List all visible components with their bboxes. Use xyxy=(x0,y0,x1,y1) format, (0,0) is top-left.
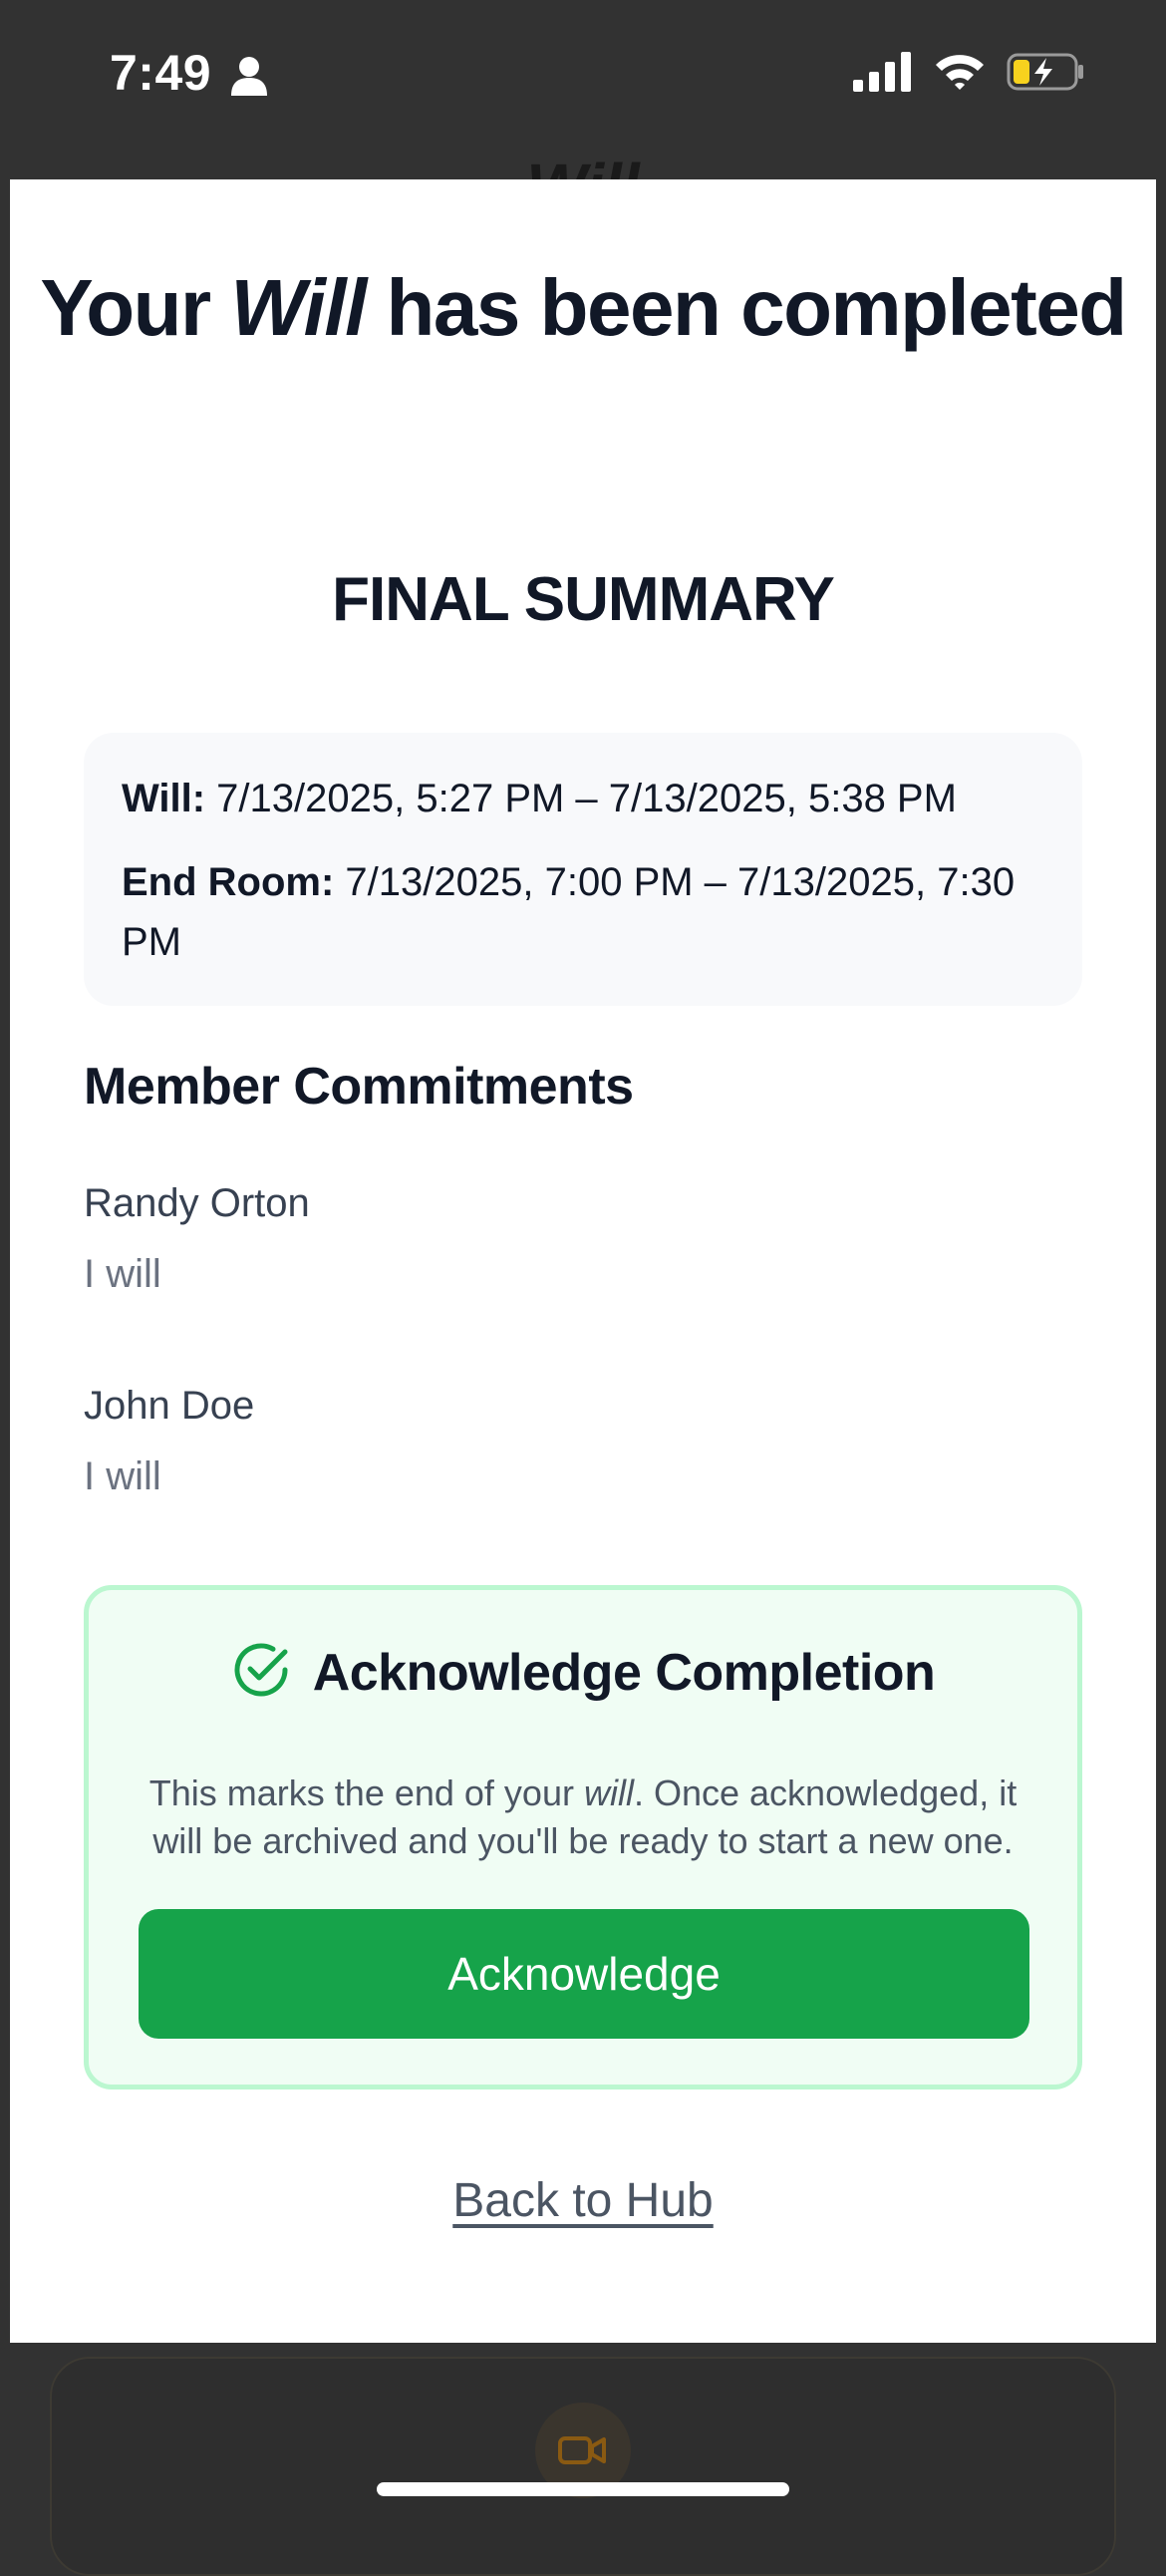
summary-title: FINAL SUMMARY xyxy=(332,565,835,634)
battery-charging-icon xyxy=(1007,52,1086,97)
wifi-icon xyxy=(933,52,987,97)
title-emphasis: Will xyxy=(230,263,367,352)
title-prefix: Your xyxy=(40,263,231,352)
member-commitment-text: I will xyxy=(84,1252,161,1296)
acknowledge-button[interactable]: Acknowledge xyxy=(139,1909,1029,2039)
completion-sheet: Your Will has been completed FINAL SUMMA… xyxy=(10,179,1156,2343)
will-label: Will: xyxy=(122,777,206,820)
desc-prefix: This marks the end of your xyxy=(148,1772,584,1813)
summary-box: Will: 7/13/2025, 5:27 PM – 7/13/2025, 5:… xyxy=(84,733,1082,1006)
member-commitment: Randy Orton I will xyxy=(84,1181,310,1297)
status-time: 7:49 xyxy=(110,45,212,101)
title-suffix: has been completed xyxy=(365,263,1128,352)
acknowledge-heading-text: Acknowledge Completion xyxy=(312,1643,936,1702)
acknowledge-heading: Acknowledge Completion xyxy=(89,1640,1077,1705)
signal-icon xyxy=(853,52,913,97)
back-to-hub-link[interactable]: Back to Hub xyxy=(10,2173,1156,2228)
member-commitment-text: I will xyxy=(84,1454,161,1498)
will-period-row: Will: 7/13/2025, 5:27 PM – 7/13/2025, 5:… xyxy=(122,769,1044,828)
person-icon xyxy=(231,56,267,101)
check-circle-icon xyxy=(231,1640,291,1705)
commitments-title: Member Commitments xyxy=(84,1058,634,1116)
will-value: 7/13/2025, 5:27 PM – 7/13/2025, 5:38 PM xyxy=(205,777,957,820)
desc-emphasis: will xyxy=(583,1772,634,1813)
home-indicator[interactable] xyxy=(377,2482,789,2496)
end-room-row: End Room: 7/13/2025, 7:00 PM – 7/13/2025… xyxy=(122,852,1044,972)
member-name: John Doe xyxy=(84,1384,255,1428)
end-room-label: End Room: xyxy=(122,860,335,904)
member-name: Randy Orton xyxy=(84,1181,310,1225)
acknowledge-description: This marks the end of your will. Once ac… xyxy=(129,1770,1037,1865)
status-indicators xyxy=(853,52,1086,97)
page-title: Your Will has been completed xyxy=(10,259,1156,357)
acknowledge-card: Acknowledge Completion This marks the en… xyxy=(84,1585,1082,2090)
member-commitment: John Doe I will xyxy=(84,1384,254,1499)
